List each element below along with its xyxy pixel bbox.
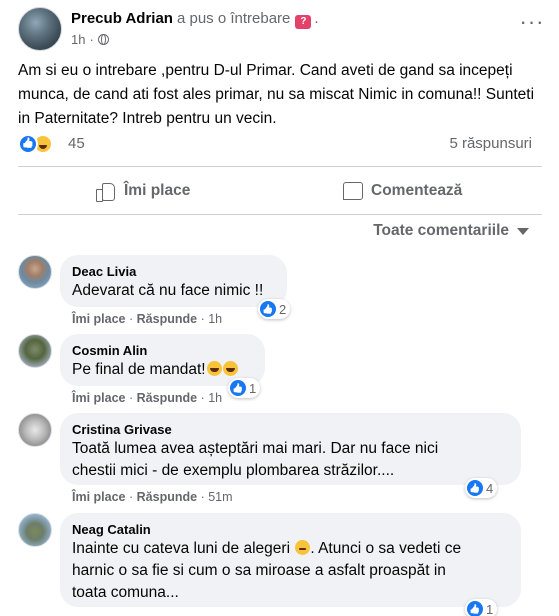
- commenter-avatar[interactable]: [18, 255, 52, 289]
- author-avatar[interactable]: [18, 7, 62, 51]
- sort-label: Toate comentariile: [373, 222, 509, 239]
- comment-reaction-count: 1: [486, 601, 494, 616]
- like-reaction-icon: [467, 480, 483, 496]
- like-label: Îmi place: [124, 182, 191, 199]
- action-separator: ·: [128, 391, 134, 405]
- comment-reaction-count: 4: [486, 480, 494, 496]
- comment-item: Neag Catalin Inainte cu cateva luni de a…: [18, 513, 548, 616]
- commenter-avatar[interactable]: [18, 513, 52, 547]
- comment-icon: [343, 182, 363, 200]
- action-separator: ·: [200, 391, 205, 405]
- comment-reaction-count: 2: [279, 301, 287, 317]
- laughing-emoji-icon: [206, 361, 222, 376]
- comment-text: Adevarat că nu face nimic !!: [72, 282, 264, 299]
- comment-like-link[interactable]: Îmi place: [72, 391, 126, 405]
- comment-text-value: . Atunci o sa vedeti ce: [310, 540, 462, 557]
- comment-reactions[interactable]: 4: [465, 478, 498, 498]
- comment-text-line: toata comuna...: [72, 584, 179, 601]
- like-reaction-icon: [230, 380, 246, 396]
- smirk-emoji-icon: [295, 540, 311, 555]
- reactions-summary: 45 5 răspunsuri: [18, 132, 542, 158]
- commenter-avatar[interactable]: [18, 334, 52, 368]
- caret-down-icon: [517, 227, 529, 235]
- globe-icon: [97, 34, 109, 45]
- author-name[interactable]: Precub Adrian: [71, 10, 173, 27]
- comment-actions: Îmi place · Răspunde · 1h: [72, 312, 222, 326]
- comment-bubble: Neag Catalin Inainte cu cateva luni de a…: [60, 513, 521, 607]
- comment-time[interactable]: 51m: [208, 490, 232, 504]
- comment-text-line: Inainte cu cateva luni de alegeri . Atun…: [72, 538, 507, 560]
- comment-reply-link[interactable]: Răspunde: [137, 391, 197, 405]
- like-reaction-icon: [260, 301, 276, 317]
- author-line: Precub Adrian a pus o întrebare?.: [71, 10, 319, 29]
- laughing-emoji-icon: [222, 361, 238, 376]
- post-meta: 1h ·: [71, 32, 109, 47]
- comment-reply-link[interactable]: Răspunde: [137, 312, 197, 326]
- comment-text: Pe final de mandat!: [72, 359, 251, 381]
- comment-text-line: chestii mici - de exemplu plombarea stră…: [72, 462, 395, 479]
- comment-actions: Îmi place · Răspunde · 1h: [72, 391, 222, 405]
- post-text: Am si eu o intrebare ,pentru D-ul Primar…: [18, 62, 535, 127]
- comment-bubble: Deac Livia Adevarat că nu face nimic !!: [60, 255, 287, 307]
- post-header: Precub Adrian a pus o întrebare?. 1h · ··…: [18, 6, 548, 52]
- like-reaction-icon: [467, 601, 483, 616]
- comment-reaction-count: 1: [249, 380, 257, 396]
- thumbs-up-icon: [96, 181, 116, 202]
- commenter-name[interactable]: Deac Livia: [72, 263, 273, 280]
- comment-item: Deac Livia Adevarat că nu face nimic !! …: [18, 255, 548, 330]
- post-time[interactable]: 1h: [71, 32, 85, 47]
- answers-count[interactable]: 5 răspunsuri: [449, 135, 532, 152]
- comment-sort-dropdown[interactable]: Toate comentariile: [373, 222, 529, 240]
- divider: [18, 214, 542, 215]
- comment-label: Comentează: [371, 182, 463, 199]
- comment-item: Cosmin Alin Pe final de mandat! 1 Îmi pl…: [18, 334, 548, 409]
- comment-actions: Îmi place · Răspunde · 51m: [72, 490, 233, 504]
- comment-button[interactable]: Comentează: [343, 172, 462, 210]
- comment-item: Cristina Grivase Toată lumea avea aștept…: [18, 413, 548, 508]
- author-action-text: a pus o întrebare: [176, 10, 291, 27]
- like-reaction-icon: [18, 134, 38, 154]
- comment-like-link[interactable]: Îmi place: [72, 312, 126, 326]
- more-options-icon[interactable]: ···: [516, 11, 548, 40]
- action-separator: ·: [128, 490, 134, 504]
- comment-text-line: harnic o sa fie si cum o sa miroase a as…: [72, 562, 446, 579]
- commenter-name[interactable]: Neag Catalin: [72, 521, 507, 538]
- comment-reactions[interactable]: 1: [465, 599, 498, 616]
- divider: [18, 166, 542, 167]
- commenter-name[interactable]: Cosmin Alin: [72, 342, 251, 359]
- comment-reactions[interactable]: 2: [258, 299, 291, 319]
- separator-dot: .: [314, 10, 319, 27]
- action-separator: ·: [200, 312, 205, 326]
- commenter-name[interactable]: Cristina Grivase: [72, 421, 507, 438]
- comment-reply-link[interactable]: Răspunde: [137, 490, 197, 504]
- comment-time[interactable]: 1h: [208, 391, 222, 405]
- action-separator: ·: [128, 312, 134, 326]
- comment-text-value: Pe final de mandat!: [72, 361, 206, 378]
- commenter-avatar[interactable]: [18, 413, 52, 447]
- action-separator: ·: [200, 490, 205, 504]
- question-icon: ?: [295, 15, 312, 29]
- comment-text-value: Inainte cu cateva luni de alegeri: [72, 540, 291, 557]
- post-card: Precub Adrian a pus o întrebare?. 1h · ··…: [0, 0, 559, 616]
- comment-time[interactable]: 1h: [208, 312, 222, 326]
- comment-reactions[interactable]: 1: [228, 378, 261, 398]
- comment-text-line: Toată lumea avea așteptări mai mari. Dar…: [72, 440, 439, 457]
- reaction-icons[interactable]: [18, 134, 58, 154]
- like-button[interactable]: Îmi place: [96, 172, 190, 210]
- reaction-count[interactable]: 45: [68, 135, 85, 152]
- post-actions: Îmi place Comentează: [18, 172, 542, 210]
- comment-like-link[interactable]: Îmi place: [72, 490, 126, 504]
- meta-separator: ·: [89, 32, 94, 47]
- comment-bubble: Cristina Grivase Toată lumea avea aștept…: [60, 413, 521, 485]
